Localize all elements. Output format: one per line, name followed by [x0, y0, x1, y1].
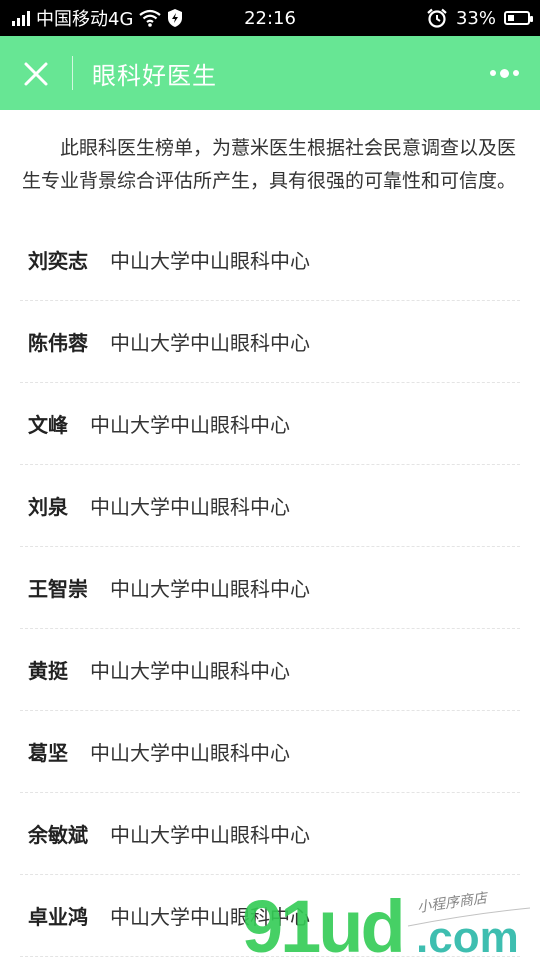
doctor-row[interactable]: 葛坚 中山大学中山眼科中心: [20, 711, 520, 793]
more-button[interactable]: [488, 62, 520, 84]
doctor-row[interactable]: 文峰 中山大学中山眼科中心: [20, 383, 520, 465]
nav-divider: [72, 56, 73, 90]
more-dot-icon: [512, 70, 519, 76]
clock-time: 22:16: [244, 7, 296, 29]
doctor-row[interactable]: 陈伟蓉 中山大学中山眼科中心: [20, 301, 520, 383]
status-left: 中国移动4G: [12, 0, 183, 36]
alarm-icon: [427, 8, 447, 28]
doctor-name: 文峰: [28, 413, 68, 437]
doctor-hospital: 中山大学中山眼科中心: [90, 741, 290, 765]
doctor-name: 王智崇: [28, 577, 88, 601]
shield-icon: [168, 9, 183, 27]
doctor-name: 刘泉: [28, 495, 68, 519]
doctor-name: 黄挺: [28, 659, 68, 683]
main-content[interactable]: 此眼科医生榜单，为薏米医生根据社会民意调查以及医生专业背景综合评估所产生，具有很…: [0, 110, 540, 960]
doctor-hospital: 中山大学中山眼科中心: [110, 331, 310, 355]
doctor-row[interactable]: 王智崇 中山大学中山眼科中心: [20, 547, 520, 629]
doctor-name: 刘奕志: [28, 249, 88, 273]
doctor-row[interactable]: 刘泉 中山大学中山眼科中心: [20, 465, 520, 547]
doctor-name: 葛坚: [28, 741, 68, 765]
intro-paragraph: 此眼科医生榜单，为薏米医生根据社会民意调查以及医生专业背景综合评估所产生，具有很…: [22, 137, 517, 192]
doctor-hospital: 中山大学中山眼科中心: [110, 577, 310, 601]
doctor-hospital: 中山大学中山眼科中心: [110, 823, 310, 847]
doctor-hospital: 中山大学中山眼科中心: [90, 495, 290, 519]
doctor-hospital: 中山大学中山眼科中心: [90, 659, 290, 683]
doctor-hospital: 中山大学中山眼科中心: [110, 249, 310, 273]
close-button[interactable]: [20, 58, 52, 90]
doctor-row[interactable]: 卓业鸿 中山大学中山眼科中心: [20, 875, 520, 957]
battery-icon: [504, 11, 533, 25]
status-right: 33%: [426, 0, 533, 36]
doctor-row[interactable]: 余敏斌 中山大学中山眼科中心: [20, 793, 520, 875]
doctor-name: 余敏斌: [28, 823, 88, 847]
wifi-icon: [139, 9, 162, 27]
battery-percent: 33%: [455, 7, 496, 29]
doctor-hospital: 中山大学中山眼科中心: [90, 413, 290, 437]
doctor-name: 卓业鸿: [28, 905, 88, 929]
close-icon: [24, 62, 48, 86]
more-dot-icon: [499, 68, 509, 78]
status-bar: 中国移动4G 22:16 33%: [0, 0, 540, 36]
nav-bar: 眼科好医生: [0, 36, 540, 110]
doctor-hospital: 中山大学中山眼科中心: [110, 905, 310, 929]
signal-icon: [12, 10, 30, 26]
doctor-list: 刘奕志 中山大学中山眼科中心 陈伟蓉 中山大学中山眼科中心 文峰 中山大学中山眼科中心 刘泉…: [0, 219, 540, 957]
battery-fill: [508, 15, 514, 21]
doctor-row[interactable]: 刘奕志 中山大学中山眼科中心: [20, 219, 520, 301]
page-title: 眼科好医生: [92, 61, 217, 90]
carrier-label: 中国移动4G: [36, 9, 134, 30]
more-dot-icon: [489, 70, 496, 76]
doctor-row[interactable]: 黄挺 中山大学中山眼科中心: [20, 629, 520, 711]
doctor-name: 陈伟蓉: [28, 331, 88, 355]
